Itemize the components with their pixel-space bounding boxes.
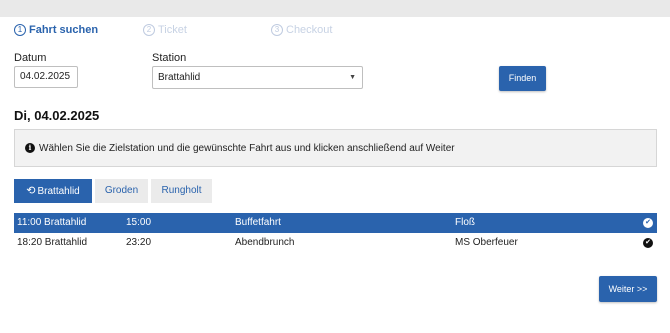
- date-input[interactable]: 04.02.2025: [14, 66, 78, 88]
- station-label: Station: [152, 52, 187, 64]
- station-select-value: Brattahlid: [158, 72, 201, 83]
- top-bar: [0, 0, 670, 17]
- step-number: 1: [14, 24, 26, 36]
- step-ticket: 2 Ticket: [143, 24, 187, 36]
- step-label: Ticket: [158, 24, 187, 36]
- trip-list: 11:00 Brattahlid 15:00 Buffetfahrt Floß …: [14, 213, 657, 253]
- trip-vessel: MS Oberfeuer: [455, 237, 518, 248]
- reset-icon: ⟲: [26, 185, 36, 197]
- trip-name: Buffetfahrt: [235, 217, 281, 228]
- trip-arrival: 15:00: [126, 217, 152, 228]
- tab-label: Rungholt: [161, 185, 202, 196]
- tab-rungholt[interactable]: Rungholt: [151, 179, 212, 203]
- date-heading: Di, 04.02.2025: [14, 108, 100, 123]
- trip-departure: 18:20 Brattahlid: [17, 237, 88, 248]
- dropdown-caret-icon: ▼: [349, 74, 356, 81]
- station-select[interactable]: Brattahlid ▼: [152, 66, 363, 89]
- step-fahrt-suchen[interactable]: 1 Fahrt suchen: [14, 24, 98, 36]
- trip-vessel: Floß: [455, 217, 475, 228]
- selected-check-icon: ✔: [643, 218, 653, 228]
- trip-row[interactable]: 11:00 Brattahlid 15:00 Buffetfahrt Floß …: [14, 213, 657, 233]
- step-number: 2: [143, 24, 155, 36]
- find-button[interactable]: Finden: [499, 66, 546, 91]
- step-checkout: 3 Checkout: [271, 24, 332, 36]
- info-message: Wählen Sie die Zielstation und die gewün…: [39, 142, 455, 154]
- next-button[interactable]: Weiter >>: [599, 276, 657, 302]
- trip-departure: 11:00 Brattahlid: [17, 217, 87, 228]
- trip-name: Abendbrunch: [235, 237, 295, 248]
- info-message-box: i Wählen Sie die Zielstation und die gew…: [14, 129, 657, 167]
- tab-label: Groden: [104, 185, 139, 196]
- trip-arrival: 23:20: [126, 237, 152, 248]
- step-label: Checkout: [286, 24, 333, 36]
- step-label: Fahrt suchen: [29, 24, 99, 36]
- tab-label: Brattahlid: [37, 186, 80, 197]
- tab-brattahlid[interactable]: ⟲ Brattahlid: [14, 179, 92, 203]
- date-label: Datum: [14, 52, 47, 64]
- check-icon: ✔: [643, 238, 653, 248]
- info-icon: i: [25, 143, 35, 153]
- tab-groden[interactable]: Groden: [95, 179, 148, 203]
- step-number: 3: [271, 24, 283, 36]
- trip-row[interactable]: 18:20 Brattahlid 23:20 Abendbrunch MS Ob…: [14, 233, 657, 253]
